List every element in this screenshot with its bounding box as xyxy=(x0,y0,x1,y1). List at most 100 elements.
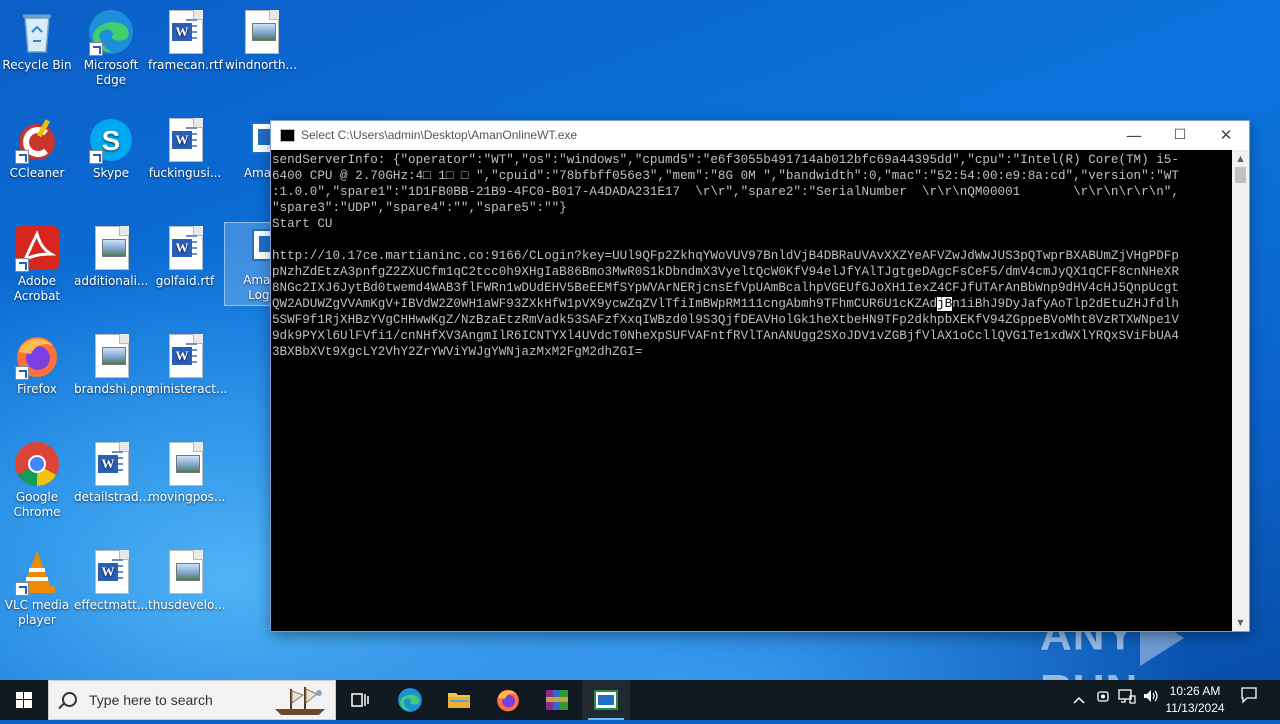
word-document-icon: W xyxy=(87,548,135,596)
image-file-icon xyxy=(161,440,209,488)
search-icon xyxy=(62,692,77,707)
icon-label: golfaid.rtf xyxy=(155,274,215,288)
window-titlebar[interactable]: Select C:\Users\admin\Desktop\AmanOnline… xyxy=(271,121,1249,150)
word-document-icon: W xyxy=(161,116,209,164)
tray-network-button[interactable] xyxy=(1116,680,1138,720)
shortcut-arrow-icon xyxy=(15,366,29,380)
desktop-icon-detailstrad[interactable]: W detailstrad... xyxy=(74,440,151,505)
desktop-icon-ministeract[interactable]: W ministeract... xyxy=(148,332,228,397)
desktop-icon-thusdevelo[interactable]: thusdevelo... xyxy=(148,548,226,613)
icon-label: brandshi.png xyxy=(74,382,153,396)
icon-label: movingpos... xyxy=(148,490,226,504)
maximize-button[interactable]: ☐ xyxy=(1157,121,1203,150)
taskbar-console[interactable] xyxy=(582,680,630,720)
acrobat-icon xyxy=(13,224,61,272)
taskbar: Type here to search 10:26 AM 11/13/2024 xyxy=(0,680,1280,720)
search-highlight-icon xyxy=(275,687,325,715)
desktop-icon-framecan[interactable]: W framecan.rtf xyxy=(148,8,223,73)
folder-icon xyxy=(448,693,470,708)
console-app-icon xyxy=(280,129,295,142)
search-placeholder: Type here to search xyxy=(89,692,213,708)
minimize-button[interactable]: — xyxy=(1111,121,1157,150)
shortcut-arrow-icon xyxy=(15,582,29,596)
edge-icon xyxy=(398,688,422,712)
desktop-icon-firefox[interactable]: Firefox xyxy=(0,332,74,397)
desktop-icon-brandshi[interactable]: brandshi.png xyxy=(74,332,153,397)
taskbar-search-box[interactable]: Type here to search xyxy=(48,680,336,720)
icon-label: windnorth... xyxy=(224,58,297,72)
vlc-icon xyxy=(13,548,61,596)
icon-label: ministeract... xyxy=(148,382,228,396)
image-file-icon xyxy=(161,548,209,596)
windows-logo-icon xyxy=(16,692,32,708)
desktop-icon-windnorth[interactable]: windnorth... xyxy=(224,8,298,73)
clock-date: 11/13/2024 xyxy=(1165,701,1225,715)
network-icon xyxy=(1118,689,1136,704)
console-window[interactable]: Select C:\Users\admin\Desktop\AmanOnline… xyxy=(271,121,1249,631)
console-output[interactable]: sendServerInfo: {"operator":"WT","os":"w… xyxy=(271,150,1232,631)
desktop-icon-adobe-acrobat[interactable]: Adobe Acrobat xyxy=(0,224,74,304)
desktop-icon-vlc[interactable]: VLC media player xyxy=(0,548,74,628)
console-app-icon xyxy=(594,690,618,710)
scroll-thumb[interactable] xyxy=(1235,167,1246,183)
word-document-icon: W xyxy=(161,224,209,272)
shortcut-arrow-icon xyxy=(15,258,29,272)
scroll-up-icon[interactable]: ▲ xyxy=(1232,150,1249,167)
icon-label: VLC media player xyxy=(4,598,70,627)
svg-text:S: S xyxy=(102,125,121,156)
task-view-icon xyxy=(351,693,369,707)
edge-icon xyxy=(87,8,135,56)
desktop-icon-google-chrome[interactable]: Google Chrome xyxy=(0,440,74,520)
desktop-icon-ccleaner[interactable]: CCleaner xyxy=(0,116,74,181)
icon-label: Adobe Acrobat xyxy=(13,274,61,303)
desktop-icon-additionali[interactable]: additionali... xyxy=(74,224,148,289)
icon-label: detailstrad... xyxy=(74,490,151,504)
scroll-down-icon[interactable]: ▼ xyxy=(1232,614,1249,631)
icon-label: thusdevelo... xyxy=(148,598,226,612)
tray-device-button[interactable] xyxy=(1092,680,1114,720)
desktop-icon-golfaid[interactable]: W golfaid.rtf xyxy=(148,224,222,289)
chevron-up-icon xyxy=(1073,696,1085,704)
icon-label: CCleaner xyxy=(9,166,65,180)
firefox-icon xyxy=(13,332,61,380)
desktop-icon-fuckingusi[interactable]: W fuckingusi... xyxy=(148,116,222,181)
task-view-button[interactable] xyxy=(336,680,384,720)
taskbar-file-explorer[interactable] xyxy=(435,680,483,720)
notification-icon xyxy=(1241,687,1257,704)
clock-time: 10:26 AM xyxy=(1169,684,1221,698)
icon-label: Microsoft Edge xyxy=(83,58,139,87)
shortcut-arrow-icon xyxy=(89,42,103,56)
taskbar-clock[interactable]: 10:26 AM 11/13/2024 xyxy=(1158,683,1232,717)
notifications-button[interactable] xyxy=(1234,680,1264,720)
firefox-icon xyxy=(497,689,519,712)
image-file-icon xyxy=(87,224,135,272)
skype-icon: S xyxy=(87,116,135,164)
recycle-bin-icon xyxy=(13,8,61,56)
icon-label: effectmatt... xyxy=(74,598,149,612)
desktop-icon-recycle-bin[interactable]: Recycle Bin xyxy=(0,8,74,73)
icon-label: Recycle Bin xyxy=(2,58,72,72)
usb-device-icon xyxy=(1097,691,1109,702)
taskbar-winrar[interactable] xyxy=(533,680,581,720)
ccleaner-icon xyxy=(13,116,61,164)
vertical-scrollbar[interactable]: ▲ ▼ xyxy=(1232,150,1249,631)
word-document-icon: W xyxy=(161,332,209,380)
close-button[interactable]: ✕ xyxy=(1203,121,1249,150)
icon-label: Google Chrome xyxy=(13,490,61,519)
desktop-icon-movingpos[interactable]: movingpos... xyxy=(148,440,226,505)
shortcut-arrow-icon xyxy=(89,150,103,164)
icon-label: framecan.rtf xyxy=(148,58,223,72)
desktop-icon-effectmatt[interactable]: W effectmatt... xyxy=(74,548,148,613)
icon-label: fuckingusi... xyxy=(148,166,222,180)
taskbar-edge[interactable] xyxy=(386,680,434,720)
show-hidden-icons-button[interactable] xyxy=(1068,680,1090,720)
image-file-icon xyxy=(87,332,135,380)
desktop-icon-skype[interactable]: S Skype xyxy=(74,116,148,181)
icon-label: Skype xyxy=(92,166,130,180)
start-button[interactable] xyxy=(0,680,48,720)
taskbar-firefox[interactable] xyxy=(484,680,532,720)
console-selection: jB xyxy=(937,297,953,311)
desktop-icon-microsoft-edge[interactable]: Microsoft Edge xyxy=(74,8,148,88)
word-document-icon: W xyxy=(87,440,135,488)
shortcut-arrow-icon xyxy=(15,150,29,164)
